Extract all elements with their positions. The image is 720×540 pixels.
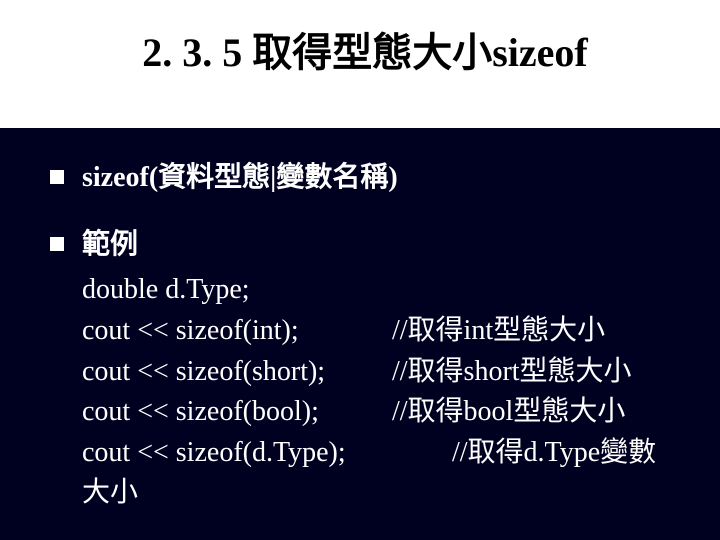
bullet-item: sizeof(資料型態|變數名稱) xyxy=(50,158,680,197)
code-text: double d.Type; xyxy=(82,270,392,311)
code-block: double d.Type; cout << sizeof(int); //取得… xyxy=(82,270,656,514)
square-bullet-icon xyxy=(50,170,64,184)
code-text: 大小 xyxy=(82,473,392,514)
code-text: cout << sizeof(int); xyxy=(82,311,392,352)
code-line: double d.Type; xyxy=(82,270,656,311)
bullet-label: sizeof(資料型態|變數名稱) xyxy=(82,158,398,197)
code-comment: //取得short型態大小 xyxy=(392,352,632,393)
bullet-content: 範例 double d.Type; cout << sizeof(int); /… xyxy=(82,225,656,514)
square-bullet-icon xyxy=(50,237,64,251)
title-area: 2. 3. 5 取得型態大小sizeof xyxy=(0,0,720,128)
code-text: cout << sizeof(d.Type); xyxy=(82,433,392,474)
bullet-label: 範例 xyxy=(82,225,656,264)
code-comment: //取得d.Type變數 xyxy=(392,433,656,474)
code-line: 大小 xyxy=(82,473,656,514)
slide: 2. 3. 5 取得型態大小sizeof sizeof(資料型態|變數名稱) 範… xyxy=(0,0,720,540)
code-line: cout << sizeof(int); //取得int型態大小 xyxy=(82,311,656,352)
bullet-item: 範例 double d.Type; cout << sizeof(int); /… xyxy=(50,225,680,514)
code-line: cout << sizeof(bool); //取得bool型態大小 xyxy=(82,392,656,433)
code-comment: //取得int型態大小 xyxy=(392,311,605,352)
code-text: cout << sizeof(short); xyxy=(82,352,392,393)
code-line: cout << sizeof(short); //取得short型態大小 xyxy=(82,352,656,393)
code-text: cout << sizeof(bool); xyxy=(82,392,392,433)
code-comment: //取得bool型態大小 xyxy=(392,392,625,433)
code-line: cout << sizeof(d.Type); //取得d.Type變數 xyxy=(82,433,656,474)
slide-title: 2. 3. 5 取得型態大小sizeof xyxy=(50,20,680,78)
